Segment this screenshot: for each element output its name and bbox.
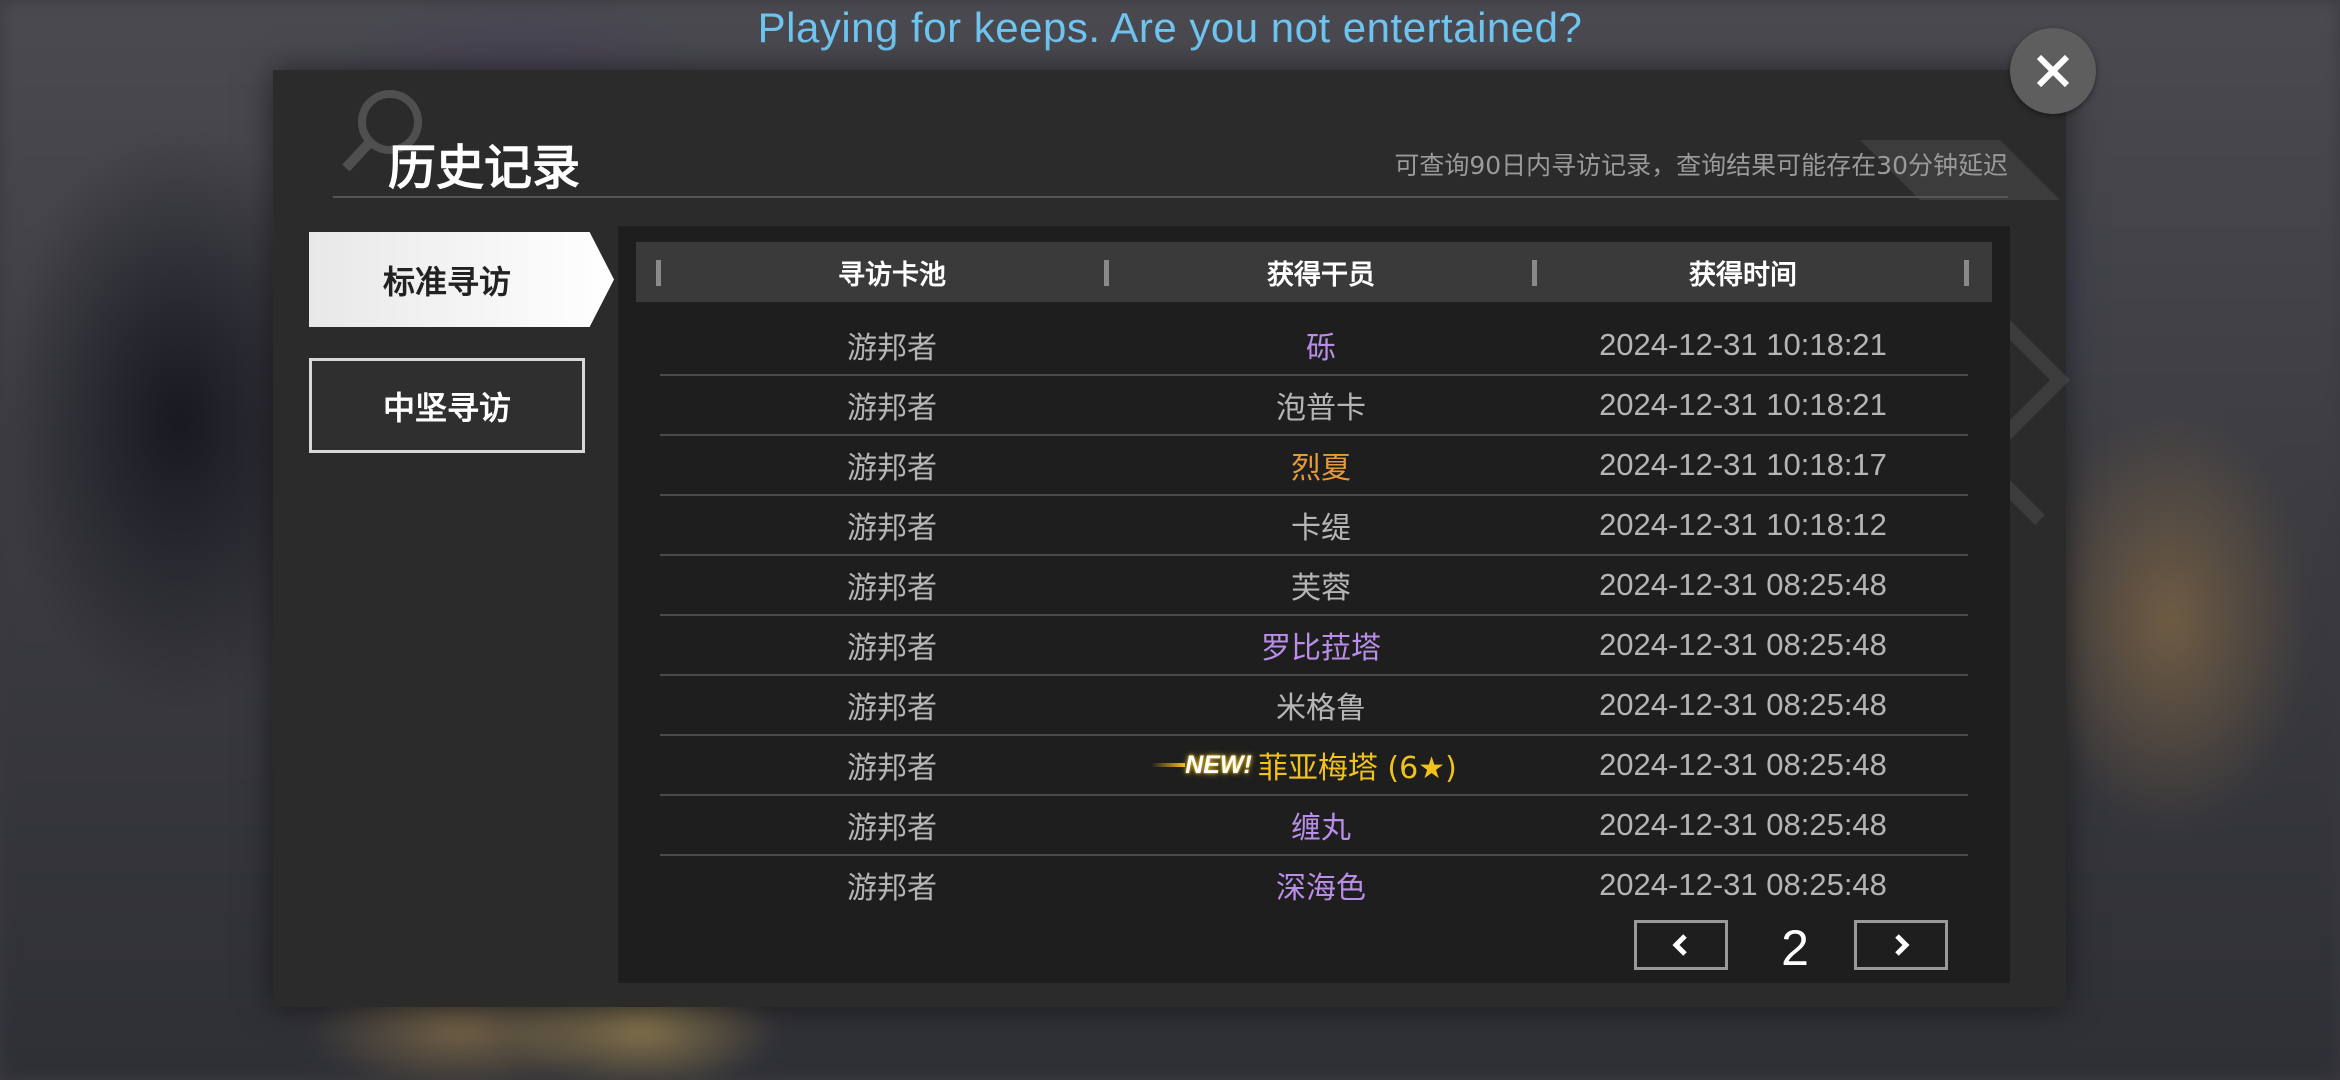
row-pool: 游邦者	[847, 811, 937, 846]
operator-name: 烈夏	[1291, 451, 1351, 486]
row-operator: 砾	[1124, 316, 1518, 374]
row-operator: 泡普卡	[1124, 376, 1518, 434]
row-pool: 游邦者	[847, 331, 937, 366]
next-page-button[interactable]	[1854, 920, 1948, 970]
operator-name: 菲亚梅塔 (6★)	[1257, 751, 1457, 786]
row-time: 2024-12-31 10:18:21	[1599, 327, 1887, 362]
row-time: 2024-12-31 08:25:48	[1599, 807, 1887, 842]
close-icon	[2036, 54, 2070, 88]
tab-standard-headhunting[interactable]: 标准寻访	[309, 232, 614, 327]
page-number: 2	[1781, 920, 1809, 976]
row-pool: 游邦者	[847, 631, 937, 666]
row-operator: 烈夏	[1124, 436, 1518, 494]
row-pool: 游邦者	[847, 511, 937, 546]
row-time: 2024-12-31 08:25:48	[1599, 867, 1887, 902]
header-separator	[1104, 260, 1109, 286]
row-operator: 罗比菈塔	[1124, 616, 1518, 674]
dialog-subtitle: 可查询90日内寻访记录，查询结果可能存在30分钟延迟	[1394, 151, 2008, 180]
operator-name: 泡普卡	[1276, 391, 1366, 426]
header-separator	[1964, 260, 1969, 286]
row-time: 2024-12-31 08:25:48	[1599, 687, 1887, 722]
table-row: 游邦者 缠丸 2024-12-31 08:25:48	[660, 796, 1968, 856]
row-operator: 缠丸	[1124, 796, 1518, 854]
row-time: 2024-12-31 10:18:12	[1599, 507, 1887, 542]
chevron-right-icon	[1895, 934, 1910, 956]
row-time: 2024-12-31 10:18:21	[1599, 387, 1887, 422]
table-row: 游邦者 砾 2024-12-31 10:18:21	[660, 316, 1968, 376]
row-pool: 游邦者	[847, 871, 937, 906]
operator-name: 深海色	[1276, 871, 1366, 906]
new-badge: NEW!	[1185, 750, 1252, 779]
row-time: 2024-12-31 08:25:48	[1599, 627, 1887, 662]
row-operator: 卡缇	[1124, 496, 1518, 554]
row-operator: NEW! 菲亚梅塔 (6★)	[1124, 736, 1518, 794]
tab-label: 标准寻访	[383, 262, 512, 301]
table-header: 寻访卡池 获得干员 获得时间	[636, 242, 1992, 302]
operator-name: 卡缇	[1291, 511, 1351, 546]
close-button[interactable]	[2010, 28, 2096, 114]
row-time: 2024-12-31 08:25:48	[1599, 567, 1887, 602]
header-operator: 获得干员	[1267, 259, 1375, 291]
operator-name: 缠丸	[1291, 811, 1351, 846]
row-time: 2024-12-31 08:25:48	[1599, 747, 1887, 782]
dialog-title: 历史记录	[388, 140, 581, 196]
header-pool: 寻访卡池	[838, 259, 946, 291]
table-row: 游邦者 卡缇 2024-12-31 10:18:12	[660, 496, 1968, 556]
row-operator: 深海色	[1124, 856, 1518, 914]
operator-name: 芙蓉	[1291, 571, 1351, 606]
row-pool: 游邦者	[847, 691, 937, 726]
row-pool: 游邦者	[847, 751, 937, 786]
table-row: 游邦者 NEW! 菲亚梅塔 (6★) 2024-12-31 08:25:48	[660, 736, 1968, 796]
table-row: 游邦者 米格鲁 2024-12-31 08:25:48	[660, 676, 1968, 736]
tab-label: 中坚寻访	[382, 388, 511, 427]
header-time: 获得时间	[1689, 259, 1797, 291]
operator-name: 砾	[1306, 331, 1336, 366]
tab-kernel-headhunting[interactable]: 中坚寻访	[309, 358, 585, 453]
prev-page-button[interactable]	[1634, 920, 1728, 970]
table-row: 游邦者 罗比菈塔 2024-12-31 08:25:48	[660, 616, 1968, 676]
row-operator: 芙蓉	[1124, 556, 1518, 614]
chevron-left-icon	[1672, 934, 1687, 956]
operator-name: 米格鲁	[1276, 691, 1366, 726]
table-row: 游邦者 泡普卡 2024-12-31 10:18:21	[660, 376, 1968, 436]
table-row: 游邦者 烈夏 2024-12-31 10:18:17	[660, 436, 1968, 496]
operator-name: 罗比菈塔	[1261, 631, 1381, 666]
row-pool: 游邦者	[847, 391, 937, 426]
row-time: 2024-12-31 10:18:17	[1599, 447, 1887, 482]
table-row: 游邦者 深海色 2024-12-31 08:25:48	[660, 856, 1968, 914]
table-row: 游邦者 芙蓉 2024-12-31 08:25:48	[660, 556, 1968, 616]
row-pool: 游邦者	[847, 451, 937, 486]
row-pool: 游邦者	[847, 571, 937, 606]
banner-text: Playing for keeps. Are you not entertain…	[757, 4, 1583, 51]
title-divider	[333, 196, 2008, 198]
row-operator: 米格鲁	[1124, 676, 1518, 734]
